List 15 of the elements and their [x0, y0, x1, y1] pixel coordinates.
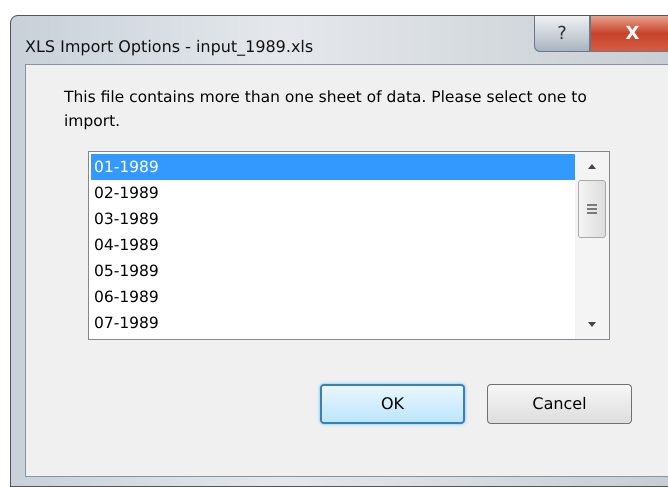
sheet-item[interactable]: 03-1989 [91, 206, 575, 232]
close-button[interactable]: X [590, 16, 668, 52]
scrollbar[interactable] [575, 152, 609, 339]
window-title: XLS Import Options - input_1989.xls [25, 36, 314, 58]
ok-button[interactable]: OK [320, 384, 465, 424]
sheet-item[interactable]: 05-1989 [91, 258, 575, 284]
message-text: This file contains more than one sheet of data. Please select one to import. [64, 87, 588, 132]
sheet-item[interactable]: 04-1989 [91, 232, 575, 258]
cancel-button[interactable]: Cancel [487, 384, 632, 424]
grip-icon [587, 203, 597, 215]
sheet-item[interactable]: 07-1989 [91, 310, 575, 336]
sheet-item[interactable]: 06-1989 [91, 284, 575, 310]
help-button[interactable]: ? [534, 16, 590, 52]
scroll-thumb[interactable] [578, 180, 606, 238]
sheet-item[interactable]: 02-1989 [91, 180, 575, 206]
